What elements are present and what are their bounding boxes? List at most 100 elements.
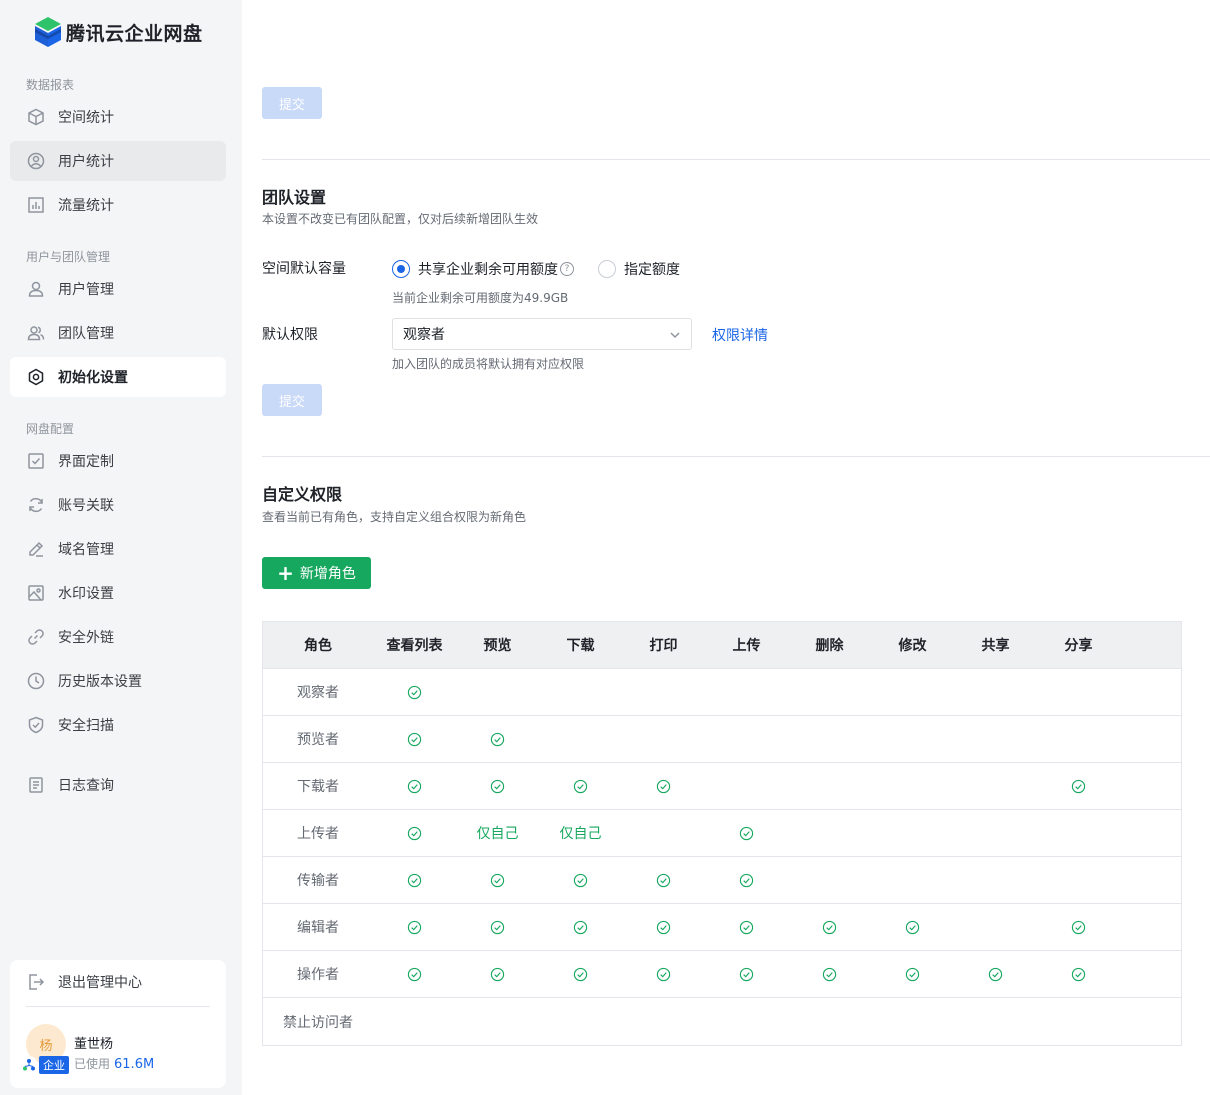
check-circle-icon (954, 951, 1037, 997)
empty-cell (456, 998, 539, 1045)
sidebar-item-label: 用户统计 (58, 154, 114, 170)
empty-cell (788, 998, 871, 1045)
sidebar-item-label: 团队管理 (58, 326, 114, 342)
sidebar-item-team-management[interactable]: 团队管理 (10, 313, 226, 353)
permissions-table: 角色 查看列表 预览 下载 打印 上传 删除 修改 共享 分享 观察者 预览者 下载者 上传者 仅自己 仅自… (262, 621, 1182, 1046)
chevron-down-icon (670, 332, 680, 339)
sidebar-item-domain-management[interactable]: 域名管理 (10, 529, 226, 569)
role-name: 禁止访问者 (283, 1014, 353, 1031)
check-circle-icon (871, 904, 954, 950)
sidebar-item-traffic-stats[interactable]: 流量统计 (10, 185, 226, 225)
empty-cell (622, 716, 705, 762)
column-header: 删除 (815, 638, 844, 654)
usage-value: 61.6M (114, 1057, 155, 1072)
empty-cell (788, 857, 871, 903)
table-row: 传输者 (263, 857, 1181, 904)
check-circle-icon (373, 716, 456, 762)
empty-cell (871, 857, 954, 903)
exit-icon (29, 974, 45, 990)
add-role-button[interactable]: + 新增角色 (262, 557, 371, 589)
sidebar-item-label: 域名管理 (58, 542, 114, 558)
bar-chart-icon (26, 195, 46, 215)
permission-label: 默认权限 (262, 327, 318, 343)
select-value: 观察者 (403, 327, 445, 343)
column-header: 共享 (981, 638, 1010, 654)
sidebar-item-account-link[interactable]: 账号关联 (10, 485, 226, 525)
role-name: 传输者 (297, 873, 339, 889)
help-icon[interactable]: ? (560, 262, 574, 276)
empty-cell (871, 998, 954, 1045)
check-circle-icon (373, 669, 456, 715)
check-circle-icon (622, 951, 705, 997)
empty-cell (705, 669, 788, 715)
team-settings-subtitle: 本设置不改变已有团队配置，仅对后续新增团队生效 (262, 212, 539, 226)
pen-icon (26, 539, 46, 559)
radio-shared-quota[interactable]: 共享企业剩余可用额度 ? (392, 259, 574, 279)
submit-button-top[interactable]: 提交 (262, 87, 322, 119)
divider (26, 1006, 210, 1007)
permission-hint: 加入团队的成员将默认拥有对应权限 (392, 357, 585, 371)
sidebar-item-log-query[interactable]: 日志查询 (10, 765, 226, 805)
sidebar-item-history-version[interactable]: 历史版本设置 (10, 661, 226, 701)
table-row: 上传者 仅自己 仅自己 (263, 810, 1181, 857)
radio-specified-quota[interactable]: 指定额度 (598, 259, 680, 279)
column-header: 修改 (898, 638, 927, 654)
sidebar-item-ui-customization[interactable]: 界面定制 (10, 441, 226, 481)
group-title-drive-config: 网盘配置 (26, 422, 75, 436)
empty-cell (871, 810, 954, 856)
check-circle-icon (1037, 951, 1120, 997)
org-icon (20, 1056, 38, 1074)
team-settings-title: 团队设置 (262, 188, 327, 207)
sidebar-item-secure-link[interactable]: 安全外链 (10, 617, 226, 657)
sidebar-item-label: 账号关联 (58, 498, 114, 514)
column-header: 上传 (732, 638, 761, 654)
sidebar-item-watermark[interactable]: 水印设置 (10, 573, 226, 613)
table-row: 下载者 (263, 763, 1181, 810)
check-circle-icon (788, 951, 871, 997)
storage-usage: 已使用 61.6M (74, 1055, 154, 1072)
checkbox-icon (26, 451, 46, 471)
check-circle-icon (539, 951, 622, 997)
empty-cell (622, 669, 705, 715)
usage-label: 已使用 (74, 1057, 111, 1071)
check-circle-icon (539, 857, 622, 903)
check-circle-icon (373, 904, 456, 950)
role-name: 观察者 (297, 685, 339, 701)
user-name: 董世杨 (74, 1037, 114, 1052)
sidebar-item-user-management[interactable]: 用户管理 (10, 269, 226, 309)
submit-button-team[interactable]: 提交 (262, 384, 322, 416)
check-circle-icon (705, 810, 788, 856)
sidebar-item-label: 日志查询 (58, 778, 114, 794)
user-icon (26, 279, 46, 299)
sidebar-item-space-stats[interactable]: 空间统计 (10, 97, 226, 137)
check-circle-icon (456, 951, 539, 997)
empty-cell (705, 998, 788, 1045)
clock-icon (26, 671, 46, 691)
sidebar-item-init-settings[interactable]: 初始化设置 (10, 357, 226, 397)
refresh-icon (26, 495, 46, 515)
column-header: 分享 (1064, 638, 1093, 654)
check-circle-icon (456, 763, 539, 809)
empty-cell (954, 904, 1037, 950)
empty-cell (954, 669, 1037, 715)
custom-permissions-subtitle: 查看当前已有角色，支持自定义组合权限为新角色 (262, 510, 527, 524)
empty-cell (1037, 810, 1120, 856)
role-name: 预览者 (297, 732, 339, 748)
custom-permissions-title: 自定义权限 (262, 485, 343, 504)
document-icon (26, 775, 46, 795)
default-permission-select[interactable]: 观察者 (392, 318, 692, 350)
empty-cell (1037, 998, 1120, 1045)
hexagon-settings-icon (26, 367, 46, 387)
exit-label: 退出管理中心 (58, 975, 142, 991)
permission-details-link[interactable]: 权限详情 (712, 325, 768, 345)
empty-cell (1037, 669, 1120, 715)
team-icon (26, 323, 46, 343)
check-circle-icon (373, 951, 456, 997)
sidebar-item-user-stats[interactable]: 用户统计 (10, 141, 226, 181)
check-circle-icon (788, 904, 871, 950)
sidebar-item-security-scan[interactable]: 安全扫描 (10, 705, 226, 745)
brand-logo[interactable]: 腾讯云企业网盘 (34, 16, 203, 48)
table-row: 编辑者 (263, 904, 1181, 951)
exit-admin-button[interactable]: 退出管理中心 (26, 972, 142, 992)
group-title-user-team: 用户与团队管理 (26, 250, 111, 264)
